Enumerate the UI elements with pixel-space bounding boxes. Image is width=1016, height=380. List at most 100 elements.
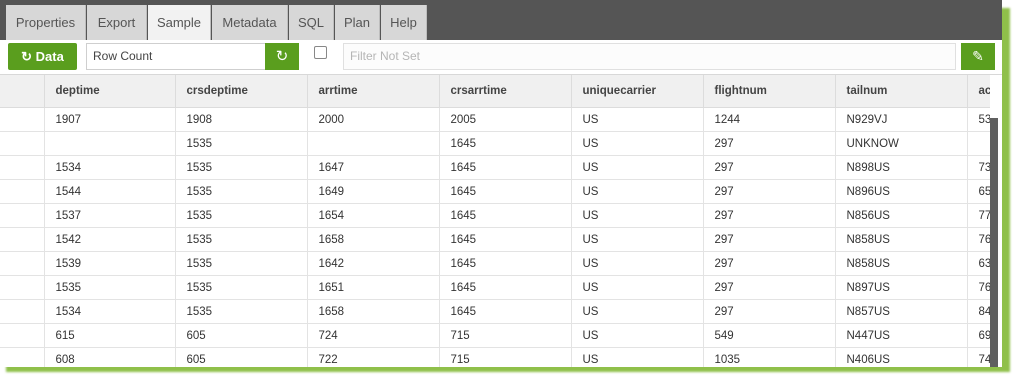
- table-cell: 1907: [44, 107, 176, 132]
- toolbar: ↻ Data Row Count ↻ Filter Not Set ✎: [0, 40, 1002, 75]
- column-header[interactable]: deptime: [44, 75, 176, 108]
- table-cell: 724: [307, 323, 440, 348]
- table-cell: 297: [703, 275, 836, 300]
- table-cell: 76: [967, 227, 990, 252]
- table-cell: UNKNOW: [835, 131, 968, 156]
- table-cell: US: [571, 155, 704, 180]
- row-count-field[interactable]: Row Count: [86, 43, 272, 70]
- table-cell: 1908: [175, 107, 308, 132]
- table-cell: [0, 323, 45, 348]
- column-header[interactable]: flightnum: [703, 75, 836, 108]
- table-cell: [0, 275, 45, 300]
- table-cell: US: [571, 347, 704, 367]
- table-cell: 1645: [439, 227, 572, 252]
- table-row[interactable]: 1535153516511645US297N897US76: [0, 275, 990, 300]
- table-cell: 1654: [307, 203, 440, 228]
- refresh-icon: ↻: [275, 48, 289, 65]
- data-grid: deptime crsdeptime arrtime crsarrtime unique…: [0, 75, 990, 367]
- table-cell: 74: [967, 347, 990, 367]
- table-cell: 297: [703, 203, 836, 228]
- refresh-button[interactable]: ↻: [265, 43, 299, 70]
- table-cell: 1647: [307, 155, 440, 180]
- table-cell: [0, 179, 45, 204]
- column-header[interactable]: actu: [967, 75, 990, 108]
- table-cell: US: [571, 179, 704, 204]
- table-cell: US: [571, 107, 704, 132]
- table-row[interactable]: 1534153516581645US297N857US84: [0, 299, 990, 324]
- table-cell: 65: [967, 179, 990, 204]
- tab-bar: Properties Export Sample Metadata SQL Pl…: [0, 0, 1002, 40]
- table-cell: 1534: [44, 299, 176, 324]
- table-cell: 297: [703, 251, 836, 276]
- table-cell: [0, 107, 45, 132]
- table-cell: 69: [967, 323, 990, 348]
- table-row[interactable]: 1535 1645 US 297 UNKNOW: [0, 131, 990, 156]
- table-cell: [0, 347, 45, 367]
- table-row[interactable]: 1544153516491645US297N896US65: [0, 179, 990, 204]
- table-cell: 297: [703, 179, 836, 204]
- tab-plan[interactable]: Plan: [335, 5, 380, 40]
- table-row[interactable]: 1537153516541645US297N856US77: [0, 203, 990, 228]
- refresh-icon: ↻: [21, 49, 33, 64]
- table-row[interactable]: 615605724715US549N447US69: [0, 323, 990, 348]
- column-header[interactable]: uniquecarrier: [571, 75, 704, 108]
- table-cell: 1535: [175, 251, 308, 276]
- table-cell: US: [571, 227, 704, 252]
- table-cell: N896US: [835, 179, 968, 204]
- table-cell: 605: [175, 347, 308, 367]
- table-row[interactable]: 608605722715US1035N406US74: [0, 347, 990, 367]
- column-header[interactable]: [0, 75, 45, 108]
- table-cell: 297: [703, 299, 836, 324]
- table-cell: 1649: [307, 179, 440, 204]
- table-row[interactable]: 1542153516581645US297N858US76: [0, 227, 990, 252]
- table-row[interactable]: 1534153516471645US297N898US73: [0, 155, 990, 180]
- column-header[interactable]: crsdeptime: [175, 75, 308, 108]
- table-cell: 63: [967, 251, 990, 276]
- table-cell: 84: [967, 299, 990, 324]
- table-cell: 1645: [439, 299, 572, 324]
- table-cell: N929VJ: [835, 107, 968, 132]
- pencil-icon: ✎: [972, 48, 984, 64]
- table-cell: [0, 155, 45, 180]
- table-cell: 2000: [307, 107, 440, 132]
- table-cell: 549: [703, 323, 836, 348]
- table-cell: 1658: [307, 299, 440, 324]
- filter-checkbox[interactable]: [314, 46, 327, 59]
- table-cell: 1544: [44, 179, 176, 204]
- sample-table: deptime crsdeptime arrtime crsarrtime unique…: [0, 75, 990, 367]
- vertical-scrollbar[interactable]: [990, 118, 998, 367]
- table-cell: 1645: [439, 131, 572, 156]
- tab-sample[interactable]: Sample: [148, 5, 211, 40]
- table-cell: 1244: [703, 107, 836, 132]
- data-button-label: Data: [35, 49, 64, 64]
- table-cell: 1645: [439, 275, 572, 300]
- table-cell: 1645: [439, 155, 572, 180]
- table-cell: 1651: [307, 275, 440, 300]
- table-cell: 715: [439, 323, 572, 348]
- filter-input[interactable]: Filter Not Set: [343, 43, 956, 70]
- table-row[interactable]: 1907190820002005US1244N929VJ53: [0, 107, 990, 132]
- table-cell: 1645: [439, 251, 572, 276]
- table-cell: N897US: [835, 275, 968, 300]
- sample-panel: Properties Export Sample Metadata SQL Pl…: [0, 0, 1002, 367]
- tab-export[interactable]: Export: [87, 5, 147, 40]
- table-cell: 605: [175, 323, 308, 348]
- table-cell: 53: [967, 107, 990, 132]
- table-row[interactable]: 1539153516421645US297N858US63: [0, 251, 990, 276]
- edit-filter-button[interactable]: ✎: [961, 43, 995, 70]
- tab-properties[interactable]: Properties: [6, 5, 86, 40]
- table-cell: [0, 299, 45, 324]
- table-cell: 1645: [439, 203, 572, 228]
- table-cell: 615: [44, 323, 176, 348]
- tab-help[interactable]: Help: [381, 5, 427, 40]
- table-cell: 297: [703, 227, 836, 252]
- table-cell: 77: [967, 203, 990, 228]
- table-cell: 608: [44, 347, 176, 367]
- column-header[interactable]: arrtime: [307, 75, 440, 108]
- data-button[interactable]: ↻ Data: [8, 43, 77, 70]
- column-header[interactable]: tailnum: [835, 75, 968, 108]
- tab-metadata[interactable]: Metadata: [212, 5, 288, 40]
- table-cell: 715: [439, 347, 572, 367]
- tab-sql[interactable]: SQL: [289, 5, 334, 40]
- column-header[interactable]: crsarrtime: [439, 75, 572, 108]
